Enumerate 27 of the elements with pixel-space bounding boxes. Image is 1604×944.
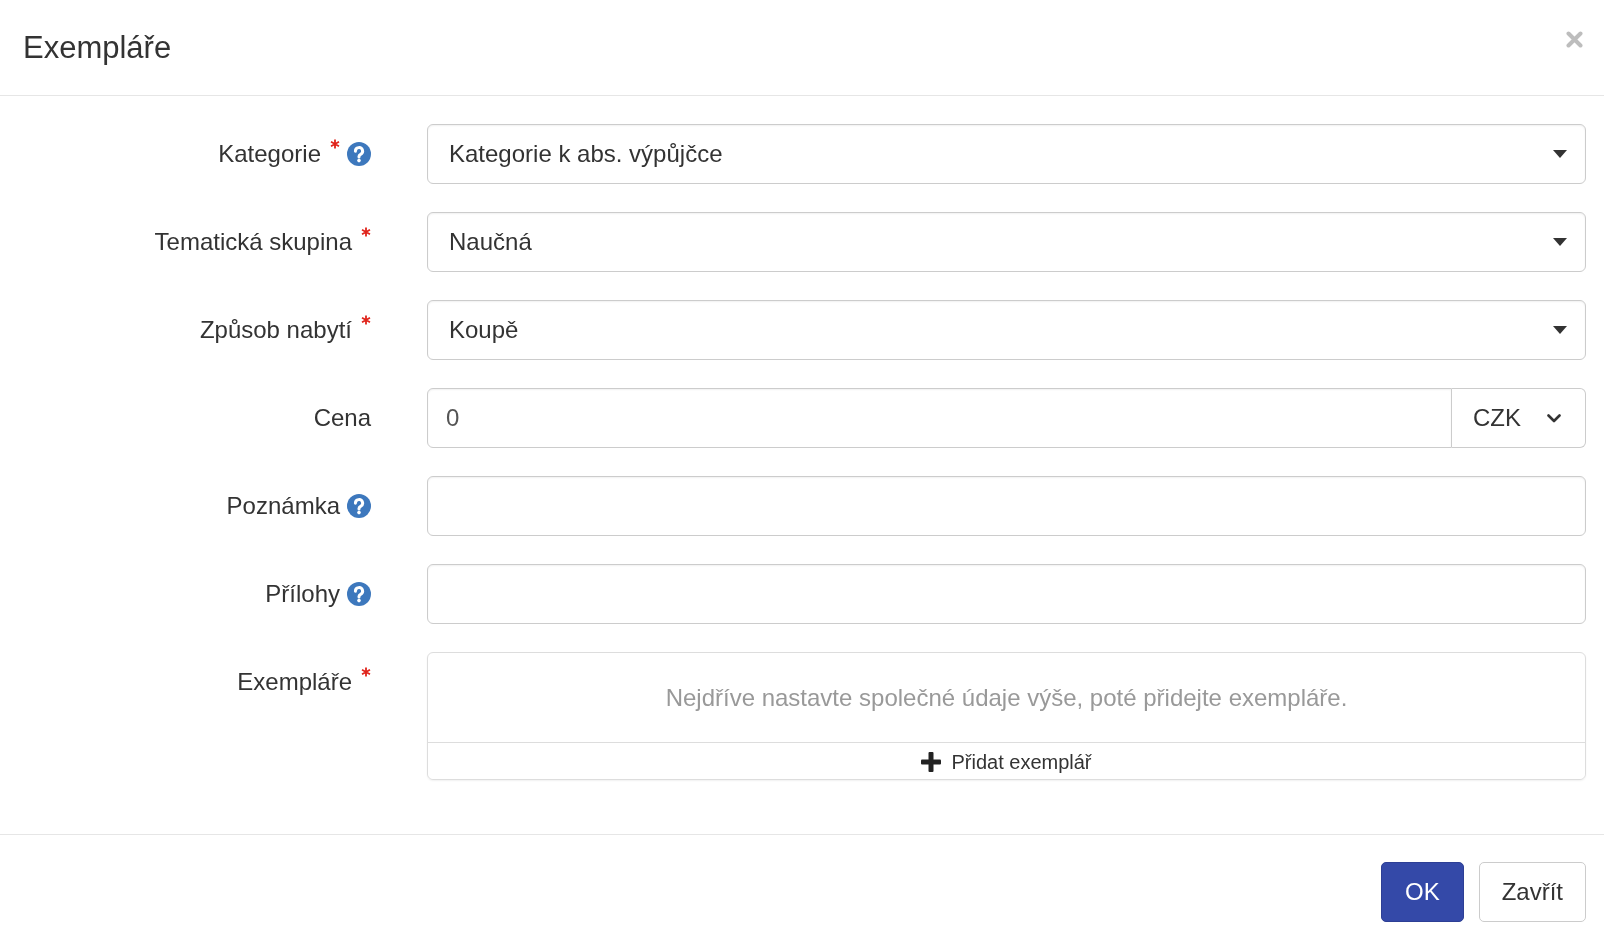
caret-icon [1553,238,1567,246]
field-label: Způsob nabytí [199,316,352,344]
field-label: Cena [313,404,371,432]
input-field[interactable] [427,476,1586,536]
caret-icon [1553,150,1567,158]
help-icon[interactable] [347,494,371,518]
field-label: Tematická skupina [154,228,352,256]
field-label: Exempláře [237,668,352,696]
currency-dropdown[interactable]: CZK [1452,388,1586,448]
price-field[interactable]: 0 [427,388,1452,448]
close-button[interactable]: Zavřít [1478,862,1586,922]
field-label: Přílohy [265,580,340,608]
help-icon[interactable] [347,582,371,606]
empty-message: Nejdříve nastavte společné údaje výše, poté přidejte exempláře. [665,683,1348,712]
field-label: Poznámka [226,492,340,520]
plus-icon [921,752,942,772]
dropdown-field[interactable]: Kategorie k abs. výpůjčce [427,124,1586,184]
chevron-down-icon [1547,413,1561,423]
dropdown-field[interactable]: Naučná [427,212,1586,272]
ok-button[interactable]: OK [1380,862,1464,922]
input-field[interactable] [427,564,1586,624]
dialog-title: Exempláře [23,29,172,66]
caret-icon [1553,326,1567,334]
dropdown-field[interactable]: Koupě [427,300,1586,360]
add-item-button[interactable]: Přidat exemplář [428,742,1585,779]
field-label: Kategorie [218,140,321,168]
help-icon[interactable] [347,142,371,166]
